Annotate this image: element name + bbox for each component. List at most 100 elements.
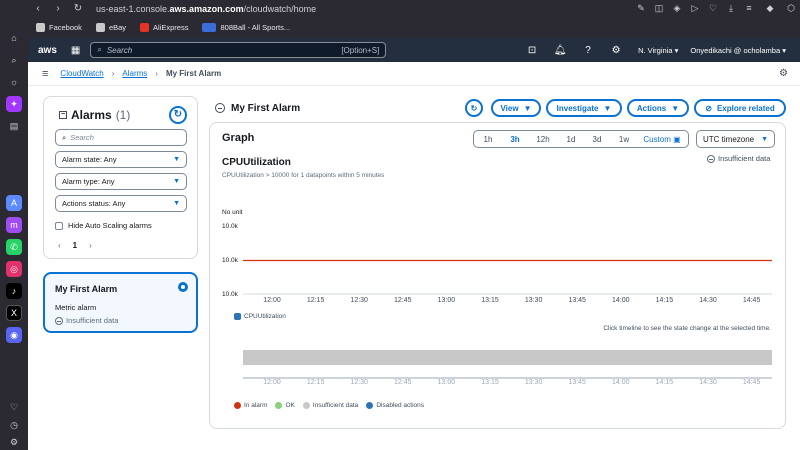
messenger-icon[interactable]: m (6, 217, 22, 233)
caret-down-icon: ▼ (671, 103, 680, 113)
refresh-button[interactable]: ↻ (169, 106, 187, 124)
search-placeholder: Search (70, 133, 94, 142)
app-store-icon[interactable]: A (6, 195, 22, 211)
x-tick-label: 14:30 (699, 297, 717, 304)
settings-icon[interactable]: ⚙ (779, 68, 788, 79)
caret-down-icon: ▼ (603, 103, 612, 113)
heart-icon[interactable]: ♡ (6, 399, 22, 415)
timeline-hint: Click timeline to see the state change a… (603, 325, 771, 332)
caret-down-icon: ▼ (173, 156, 180, 163)
x-tick-label: 14:00 (612, 297, 630, 304)
whatsapp-icon[interactable]: ✆ (6, 239, 22, 255)
bookmark-aliexpress[interactable]: AliExpress (140, 23, 188, 32)
search-shortcut: [Option+S] (341, 45, 380, 55)
status-legend-item: Disabled actions (366, 402, 424, 409)
prev-page-icon[interactable]: ‹ (58, 241, 61, 250)
breadcrumb-cloudwatch[interactable]: CloudWatch (60, 69, 103, 78)
hide-autoscaling-label: Hide Auto Scaling alarms (68, 221, 152, 230)
region-selector[interactable]: N. Virginia ▾ (638, 46, 678, 55)
clock-icon[interactable]: ◷ (6, 417, 22, 433)
actions-button[interactable]: Actions ▼ (627, 99, 689, 117)
briefcase-icon[interactable]: ▤ (6, 118, 22, 134)
sun-icon[interactable]: ☼ (6, 74, 22, 90)
search-input[interactable]: ⌕ Search [Option+S] (90, 42, 387, 58)
settings-icon[interactable]: ⚙ (606, 45, 626, 56)
bookmark-label: eBay (108, 23, 127, 32)
help-icon[interactable]: ? (578, 45, 598, 56)
url-prefix: us-east-1.console. (96, 3, 170, 14)
bookmark-facebook[interactable]: Facebook (36, 23, 82, 32)
shield-icon[interactable]: ◈ (668, 3, 686, 14)
timeline-tick-label: 14:15 (655, 379, 674, 386)
instagram-icon[interactable]: ◎ (6, 261, 22, 277)
aws-logo[interactable]: aws (38, 45, 57, 56)
home-icon[interactable]: ⌂ (6, 30, 22, 46)
x-tick-label: 13:00 (437, 297, 456, 304)
status-legend-item: OK (275, 402, 295, 409)
alarm-search-input[interactable]: ⌕ Search (55, 129, 187, 146)
breadcrumb-alarms[interactable]: Alarms (122, 69, 147, 78)
download-icon[interactable]: ⤓ (722, 3, 740, 14)
page-number[interactable]: 1 (73, 241, 77, 250)
timeline-tick-label: 12:45 (394, 379, 412, 386)
investigate-button[interactable]: Investigate ▼ (546, 99, 622, 117)
discord-icon[interactable]: ◉ (6, 327, 22, 343)
pagination: ‹ 1 › (58, 241, 92, 250)
page-title: My First Alarm (231, 102, 301, 114)
insufficient-data-band[interactable] (243, 350, 772, 365)
alarm-select-radio[interactable] (178, 282, 188, 292)
collapse-icon[interactable]: − (59, 111, 67, 119)
bookmark-808ball[interactable]: 808Ball - All Sports... (202, 23, 290, 32)
heart-outline-icon[interactable]: ♡ (704, 3, 722, 14)
search-icon: ⌕ (62, 132, 67, 142)
camera-icon[interactable]: ◫ (650, 3, 668, 14)
url-path: /cloudwatch/home (243, 3, 317, 14)
reload-icon[interactable]: ↻ (68, 3, 88, 14)
alarms-panel-title: − Alarms (1) (59, 108, 130, 122)
settings-icon[interactable]: ⚙ (6, 434, 22, 450)
services-grid-icon[interactable]: ▦ (71, 45, 80, 56)
status-legend-item: Insufficient data (302, 402, 358, 409)
edit-icon[interactable]: ✎ (632, 3, 650, 14)
status-legend: In alarm OK Insufficient data Disabled acti… (234, 402, 424, 409)
address-bar[interactable]: us-east-1.console.aws.amazon.com/cloudwa… (96, 4, 316, 14)
timeline-tick-label: 13:45 (568, 379, 586, 386)
x-tick-label: 13:45 (568, 297, 586, 304)
state-timeline[interactable] (210, 341, 787, 411)
tiktok-icon[interactable]: ♪ (6, 283, 22, 299)
wallet-icon[interactable]: ◆ (758, 3, 782, 14)
bell-icon[interactable]: 🔔︎ (550, 45, 570, 56)
account-menu[interactable]: Onyedikachi @ ocholamba ▾ (690, 46, 786, 55)
series-legend[interactable]: CPUUtilization (234, 313, 286, 320)
bookmark-ebay[interactable]: eBay (95, 23, 127, 32)
explore-label: Explore related (716, 103, 775, 113)
extension-icon[interactable]: ⬡ (782, 3, 800, 14)
caret-down-icon: ▼ (173, 178, 180, 185)
menu-icon[interactable]: ≡ (740, 3, 758, 14)
forward-icon[interactable]: › (48, 3, 68, 14)
hide-autoscaling-checkbox[interactable] (55, 221, 63, 230)
cloudshell-icon[interactable]: ⊡ (522, 45, 542, 56)
timeline-tick-label: 14:45 (742, 379, 761, 386)
refresh-button[interactable]: ↻ (465, 99, 483, 117)
back-icon[interactable]: ‹ (28, 3, 48, 14)
actions-status-select[interactable]: Actions status: Any ▼ (55, 195, 187, 212)
x-icon[interactable]: X (6, 305, 22, 321)
alarm-state-select[interactable]: Alarm state: Any ▼ (55, 151, 187, 168)
status-swatch (275, 402, 283, 409)
hamburger-icon[interactable]: ≡ (42, 68, 48, 80)
search-icon[interactable]: ⌕ (6, 52, 22, 68)
next-page-icon[interactable]: › (89, 241, 92, 250)
explore-related-button[interactable]: ⊘ Explore related (694, 99, 786, 117)
timeline-tick-label: 12:15 (306, 379, 325, 386)
view-button[interactable]: View ▼ (491, 99, 541, 117)
alarm-card[interactable]: My First Alarm Metric alarm Insufficient… (43, 272, 198, 333)
alarm-type-select[interactable]: Alarm type: Any ▼ (55, 173, 187, 190)
rocket-icon[interactable]: ✦ (6, 96, 22, 112)
metric-chart[interactable] (210, 123, 787, 323)
play-icon[interactable]: ▷ (686, 3, 704, 14)
view-label: View (500, 103, 519, 113)
explore-icon: ⊘ (705, 103, 712, 113)
file-icon (95, 23, 105, 32)
alarms-count: (1) (115, 108, 131, 122)
